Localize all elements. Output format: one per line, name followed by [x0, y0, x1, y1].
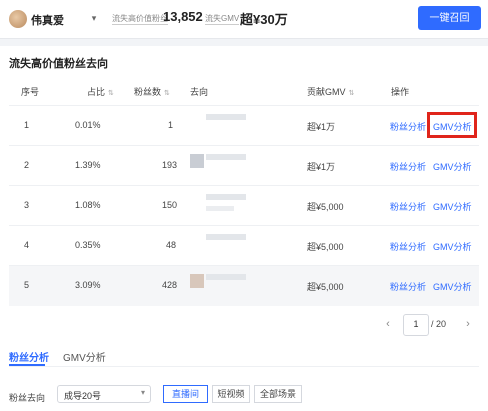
- destination-thumbnail: [206, 194, 246, 200]
- row-share: 0.35%: [75, 240, 101, 250]
- lost-gmv-value: 超¥30万: [240, 12, 288, 27]
- section-title: 流失高价值粉丝去向: [9, 58, 108, 70]
- segment-short-video[interactable]: 短视频: [212, 385, 250, 403]
- row-index: 2: [24, 160, 30, 170]
- page-input[interactable]: 1: [403, 314, 429, 336]
- row-fans: 48: [166, 240, 177, 250]
- destination-thumbnail: [190, 154, 204, 168]
- lost-fans-label: 流失高价值粉丝: [112, 14, 168, 25]
- segment-all[interactable]: 全部场景: [254, 385, 302, 403]
- destination-select[interactable]: 成导20号 ▾: [57, 385, 151, 403]
- row-share: 1.08%: [75, 200, 101, 210]
- fans-analysis-link[interactable]: 粉丝分析: [390, 160, 426, 173]
- lost-fans-value: 13,852: [163, 9, 203, 24]
- destination-thumbnail: [206, 274, 246, 280]
- prev-page-button[interactable]: ‹: [381, 314, 395, 334]
- destination-thumbnail: [206, 234, 246, 240]
- table-header: 序号 占比 ⇅ 粉丝数 ⇅ 去向 贡献GMV ⇅ 操作: [9, 81, 479, 101]
- destination-thumbnail: [206, 154, 246, 160]
- col-destination: 去向: [190, 87, 209, 97]
- tab-gmv-analysis[interactable]: GMV分析: [63, 349, 106, 364]
- destination-thumbnail: [206, 114, 246, 120]
- chevron-down-icon[interactable]: ▾: [88, 12, 100, 24]
- col-fans-label: 粉丝数: [134, 87, 162, 97]
- col-gmv-label: 贡献GMV: [307, 87, 346, 97]
- recall-button[interactable]: 一键召回: [418, 6, 481, 30]
- account-name[interactable]: 伟真爱: [31, 12, 64, 28]
- col-share[interactable]: 占比 ⇅: [87, 85, 114, 98]
- fans-analysis-link[interactable]: 粉丝分析: [390, 200, 426, 213]
- tab-fans-analysis[interactable]: 粉丝分析: [9, 349, 49, 364]
- gmv-analysis-link[interactable]: GMV分析: [433, 200, 472, 213]
- row-gmv: 超¥5,000: [307, 282, 344, 292]
- table-row: 3 1.08% 150 超¥5,000 粉丝分析 GMV分析: [9, 185, 479, 226]
- row-gmv: 超¥5,000: [307, 242, 344, 252]
- row-fans: 1: [168, 120, 174, 130]
- sort-icon[interactable]: ⇅: [164, 90, 170, 97]
- destination-thumbnail: [206, 206, 234, 211]
- table-row: 2 1.39% 193 超¥1万 粉丝分析 GMV分析: [9, 145, 479, 186]
- sort-icon[interactable]: ⇅: [349, 90, 355, 97]
- page-total: / 20: [431, 319, 447, 329]
- active-tab-indicator: [9, 364, 45, 366]
- row-index: 5: [24, 280, 30, 290]
- table-row: 1 0.01% 1 超¥1万 粉丝分析 GMV分析: [9, 105, 479, 146]
- row-share: 0.01%: [75, 120, 101, 130]
- col-fans[interactable]: 粉丝数 ⇅: [134, 85, 170, 98]
- fans-analysis-link[interactable]: 粉丝分析: [390, 120, 426, 133]
- sort-icon[interactable]: ⇅: [108, 90, 114, 97]
- top-bar: 伟真爱 ▾ 流失高价值粉丝 13,852 流失GMV 超¥30万 一键召回: [0, 0, 488, 39]
- row-fans: 150: [162, 200, 178, 210]
- col-gmv[interactable]: 贡献GMV ⇅: [307, 85, 354, 98]
- gmv-analysis-link[interactable]: GMV分析: [433, 160, 472, 173]
- row-index: 1: [24, 120, 30, 130]
- table-row: 5 3.09% 428 超¥5,000 粉丝分析 GMV分析: [9, 265, 479, 306]
- highlight-box: [427, 112, 477, 138]
- col-share-label: 占比: [87, 87, 106, 97]
- row-gmv: 超¥5,000: [307, 202, 344, 212]
- col-actions: 操作: [391, 87, 410, 97]
- filter-label: 粉丝去向: [9, 393, 46, 403]
- row-index: 3: [24, 200, 30, 210]
- destination-thumbnail: [190, 274, 204, 288]
- gmv-analysis-link[interactable]: GMV分析: [433, 280, 472, 293]
- col-index: 序号: [21, 87, 40, 97]
- avatar[interactable]: [9, 10, 27, 28]
- lost-gmv-label: 流失GMV: [205, 14, 240, 25]
- row-gmv: 超¥1万: [307, 162, 336, 172]
- table-row: 4 0.35% 48 超¥5,000 粉丝分析 GMV分析: [9, 225, 479, 266]
- fans-analysis-link[interactable]: 粉丝分析: [390, 280, 426, 293]
- row-fans: 428: [162, 280, 178, 290]
- main-panel: 流失高价值粉丝去向 序号 占比 ⇅ 粉丝数 ⇅ 去向 贡献GMV ⇅ 操作 1 0.0…: [0, 46, 488, 411]
- row-share: 3.09%: [75, 280, 101, 290]
- fans-analysis-link[interactable]: 粉丝分析: [390, 240, 426, 253]
- chevron-down-icon: ▾: [140, 388, 145, 397]
- row-share: 1.39%: [75, 160, 101, 170]
- row-index: 4: [24, 240, 30, 250]
- gmv-analysis-link[interactable]: GMV分析: [433, 240, 472, 253]
- segment-live[interactable]: 直播间: [163, 385, 208, 403]
- destination-select-value: 成导20号: [64, 391, 102, 401]
- next-page-button[interactable]: ›: [461, 314, 475, 334]
- analysis-tabs: 粉丝分析 GMV分析: [9, 346, 479, 367]
- row-fans: 193: [162, 160, 178, 170]
- row-gmv: 超¥1万: [307, 122, 336, 132]
